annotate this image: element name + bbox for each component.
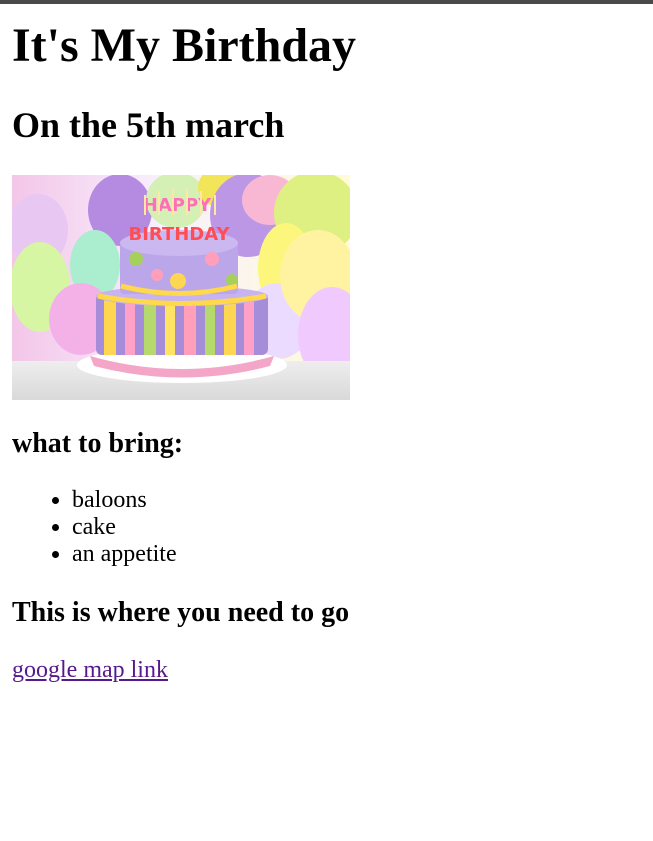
bring-list: baloons cake an appetite (12, 487, 177, 568)
list-item: cake (72, 514, 177, 541)
birthday-cake-image: HAPPY BIRTHDAY (12, 175, 350, 400)
location-heading: This is where you need to go (12, 597, 350, 628)
what-to-bring-heading: what to bring: (12, 428, 184, 459)
date-heading: On the 5th march (12, 105, 285, 145)
google-map-link[interactable]: google map link (12, 656, 168, 684)
browser-top-border (0, 0, 653, 4)
list-item: an appetite (72, 541, 177, 568)
cake-candle-text-birthday: BIRTHDAY (129, 224, 231, 245)
list-item: baloons (72, 487, 177, 514)
page-title: It's My Birthday (12, 19, 357, 72)
